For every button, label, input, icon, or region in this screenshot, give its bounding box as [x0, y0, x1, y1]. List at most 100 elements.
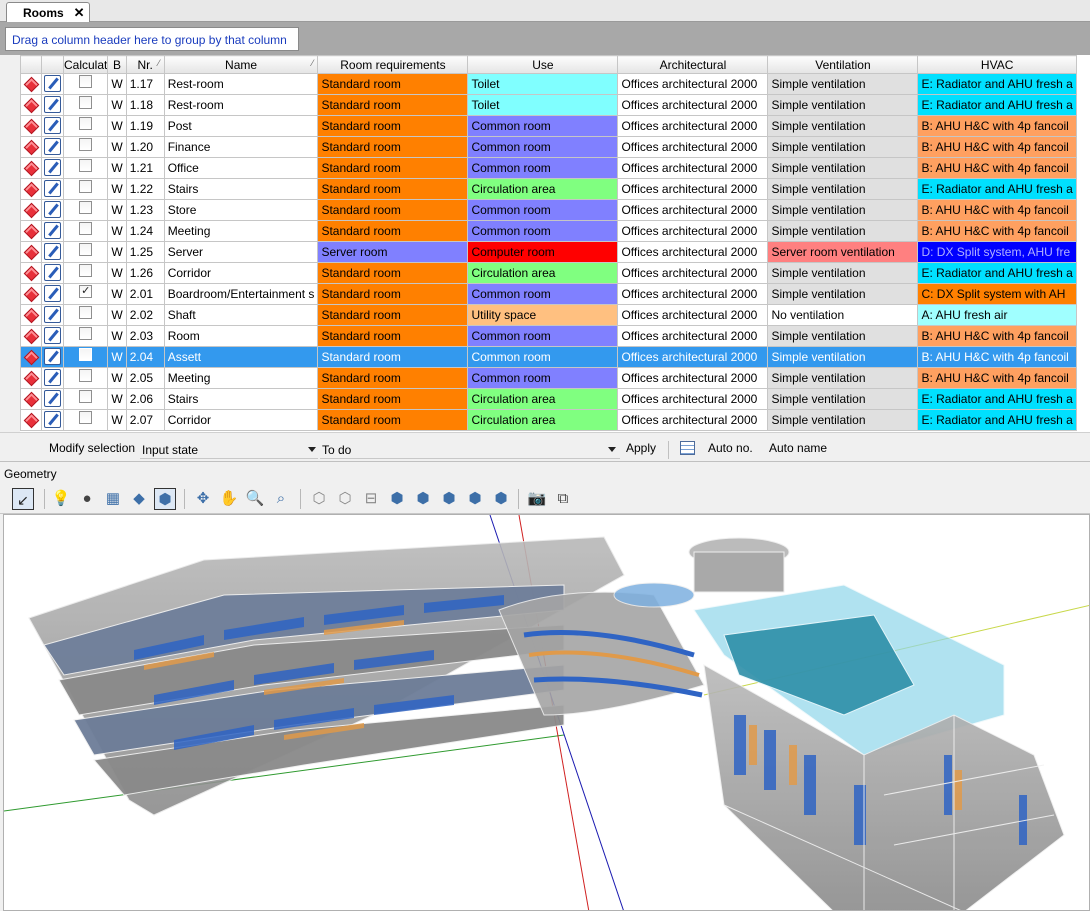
cell-hvac[interactable]: C: DX Split system with AH: [917, 283, 1077, 305]
cell-name[interactable]: Office: [163, 157, 319, 179]
cell-b[interactable]: W: [107, 409, 127, 431]
edit-cell[interactable]: [41, 178, 64, 200]
status-cell[interactable]: [20, 199, 42, 221]
table-row[interactable]: W 2.03 Room Standard room Common room Offices…: [20, 325, 1077, 347]
column-header-vent[interactable]: Ventilation: [767, 55, 919, 74]
edit-cell[interactable]: [41, 409, 64, 431]
cell-vent[interactable]: Simple ventilation: [767, 367, 919, 389]
cell-arch[interactable]: Offices architectural 2000: [617, 304, 769, 326]
cell-vent[interactable]: Simple ventilation: [767, 325, 919, 347]
pencil-icon[interactable]: [44, 285, 61, 302]
calculate-checkbox[interactable]: [79, 180, 93, 193]
edit-cell[interactable]: [41, 220, 64, 242]
cell-b[interactable]: W: [107, 262, 127, 284]
calculate-checkbox[interactable]: ✓: [79, 285, 93, 298]
cell-req[interactable]: Standard room: [317, 199, 469, 221]
cell-hvac[interactable]: B: AHU H&C with 4p fancoil: [917, 199, 1077, 221]
cell-hvac[interactable]: B: AHU H&C with 4p fancoil: [917, 136, 1077, 158]
cell-arch[interactable]: Offices architectural 2000: [617, 220, 769, 242]
cell-req[interactable]: Standard room: [317, 94, 469, 116]
table-row[interactable]: ✓ W 2.01 Boardroom/Entertainment s Standard …: [20, 283, 1077, 305]
edit-cell[interactable]: [41, 283, 64, 305]
select-arrow-icon[interactable]: ↙: [12, 488, 34, 510]
cell-hvac[interactable]: B: AHU H&C with 4p fancoil: [917, 157, 1077, 179]
column-header-b[interactable]: B: [107, 55, 127, 74]
cell-b[interactable]: W: [107, 241, 127, 263]
cell-name[interactable]: Assett: [163, 346, 319, 368]
edit-cell[interactable]: [41, 73, 64, 95]
column-header-req[interactable]: Room requirements: [317, 55, 469, 74]
cell-req[interactable]: Standard room: [317, 304, 469, 326]
modify-field-dropdown[interactable]: Input state: [140, 441, 318, 459]
calculate-checkbox[interactable]: [79, 243, 93, 256]
cell-name[interactable]: Post: [163, 115, 319, 137]
column-header-status[interactable]: [20, 55, 42, 74]
table-row[interactable]: W 2.06 Stairs Standard room Circulation area…: [20, 388, 1077, 410]
view-box-5-icon[interactable]: ⬢: [412, 488, 434, 510]
cell-name[interactable]: Stairs: [163, 388, 319, 410]
cell-vent[interactable]: Simple ventilation: [767, 199, 919, 221]
cell-use[interactable]: Circulation area: [467, 388, 619, 410]
cell-hvac[interactable]: E: Radiator and AHU fresh a: [917, 178, 1077, 200]
cell-use[interactable]: Computer room: [467, 241, 619, 263]
cell-hvac[interactable]: A: AHU fresh air: [917, 304, 1077, 326]
column-header-hvac[interactable]: HVAC: [917, 55, 1077, 74]
calculate-checkbox[interactable]: [79, 159, 93, 172]
auto-no-button[interactable]: Auto no.: [708, 441, 753, 455]
column-header-edit[interactable]: [41, 55, 64, 74]
light-bulb-off-icon[interactable]: ●: [76, 488, 98, 510]
edit-cell[interactable]: [41, 157, 64, 179]
view-box-1-icon[interactable]: ⬡: [308, 488, 330, 510]
status-cell[interactable]: [20, 304, 42, 326]
view-box-6-icon[interactable]: ⬢: [438, 488, 460, 510]
edit-cell[interactable]: [41, 304, 64, 326]
cell-name[interactable]: Store: [163, 199, 319, 221]
view-box-8-icon[interactable]: ⬢: [490, 488, 512, 510]
cell-use[interactable]: Utility space: [467, 304, 619, 326]
floor-plate-icon[interactable]: ◆: [128, 488, 150, 510]
cube-3d-icon[interactable]: ⬢: [154, 488, 176, 510]
cell-vent[interactable]: No ventilation: [767, 304, 919, 326]
rotate-icon[interactable]: ✥: [192, 488, 214, 510]
cell-b[interactable]: W: [107, 115, 127, 137]
cell-hvac[interactable]: B: AHU H&C with 4p fancoil: [917, 220, 1077, 242]
cell-hvac[interactable]: B: AHU H&C with 4p fancoil: [917, 325, 1077, 347]
cell-use[interactable]: Common room: [467, 325, 619, 347]
cell-arch[interactable]: Offices architectural 2000: [617, 409, 769, 431]
cell-name[interactable]: Room: [163, 325, 319, 347]
table-row[interactable]: W 1.17 Rest-room Standard room Toilet Offices…: [20, 73, 1077, 95]
calculate-checkbox[interactable]: [79, 138, 93, 151]
cell-hvac[interactable]: E: Radiator and AHU fresh a: [917, 262, 1077, 284]
camera-icon[interactable]: 📷: [526, 488, 548, 510]
status-cell[interactable]: [20, 367, 42, 389]
cell-b[interactable]: W: [107, 136, 127, 158]
cell-nr[interactable]: 2.06: [125, 388, 165, 410]
cell-name[interactable]: Meeting: [163, 220, 319, 242]
cell-b[interactable]: W: [107, 304, 127, 326]
cell-name[interactable]: Stairs: [163, 178, 319, 200]
pencil-icon[interactable]: [44, 75, 61, 92]
zoom-icon[interactable]: 🔍: [244, 488, 266, 510]
calculate-checkbox[interactable]: [79, 348, 93, 361]
status-cell[interactable]: [20, 283, 42, 305]
status-cell[interactable]: [20, 241, 42, 263]
cell-req[interactable]: Standard room: [317, 73, 469, 95]
cell-hvac[interactable]: E: Radiator and AHU fresh a: [917, 409, 1077, 431]
calculate-checkbox[interactable]: [79, 222, 93, 235]
pencil-icon[interactable]: [44, 201, 61, 218]
pencil-icon[interactable]: [44, 222, 61, 239]
cell-name[interactable]: Corridor: [163, 409, 319, 431]
cell-vent[interactable]: Simple ventilation: [767, 409, 919, 431]
cell-req[interactable]: Standard room: [317, 388, 469, 410]
modify-state-dropdown[interactable]: To do: [320, 441, 620, 459]
floor-blocks-icon[interactable]: ▦: [102, 488, 124, 510]
table-row[interactable]: W 2.07 Corridor Standard room Circulation ar…: [20, 409, 1077, 431]
cell-req[interactable]: Standard room: [317, 115, 469, 137]
calculate-checkbox[interactable]: [79, 411, 93, 424]
table-row[interactable]: W 1.20 Finance Standard room Common room Offi…: [20, 136, 1077, 158]
view-box-3-icon[interactable]: ⊟: [360, 488, 382, 510]
edit-cell[interactable]: [41, 346, 64, 368]
cell-arch[interactable]: Offices architectural 2000: [617, 241, 769, 263]
cell-b[interactable]: W: [107, 283, 127, 305]
calculate-checkbox[interactable]: [79, 369, 93, 382]
